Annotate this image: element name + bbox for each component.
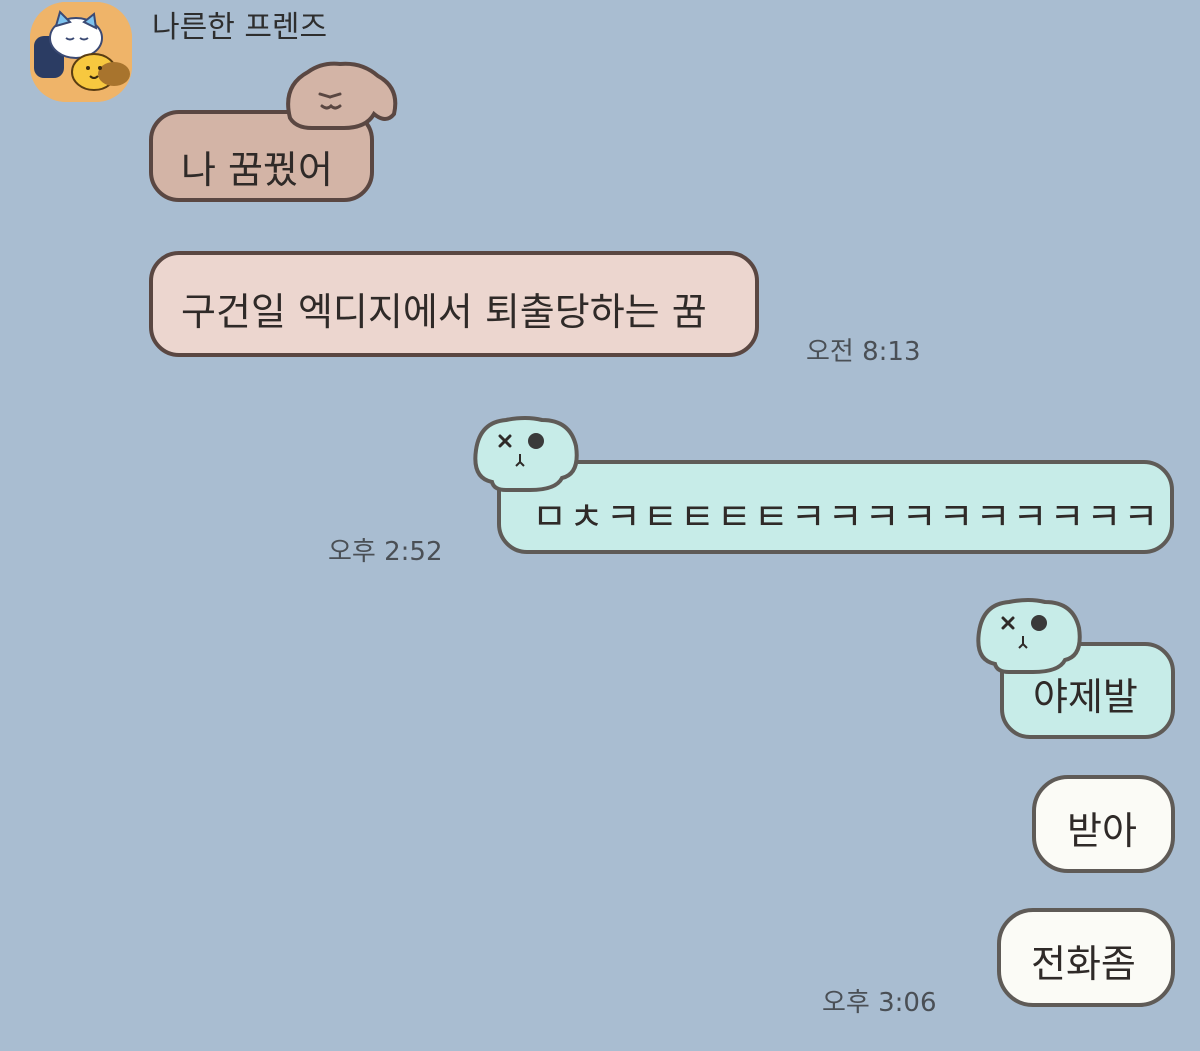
sender-name: 나른한 프렌즈 [152,10,328,45]
message-text: 야제발 [1033,675,1138,719]
sleeping-cat-avatar-icon [30,2,132,102]
message-time: 오후 3:06 [822,988,937,1018]
message-time: 오전 8:13 [806,337,921,367]
message-time: 오후 2:52 [328,537,443,567]
bunny-ears-icon [976,598,1082,674]
message-text: ㅁㅊㅋㅌㅌㅌㅌㅋㅋㅋㅋㅋㅋㅋㅋㅋㅋ [532,495,1161,539]
bunny-ears-icon [473,416,579,492]
puppy-ears-icon [286,61,398,130]
message-text: 전화좀 [1031,942,1136,986]
message-text: 받아 [1067,809,1137,853]
message-text: 나 꿈꿨어 [181,148,333,192]
avatar[interactable] [30,2,132,102]
message-text: 구건일 엑디지에서 퇴출당하는 꿈 [181,290,707,334]
